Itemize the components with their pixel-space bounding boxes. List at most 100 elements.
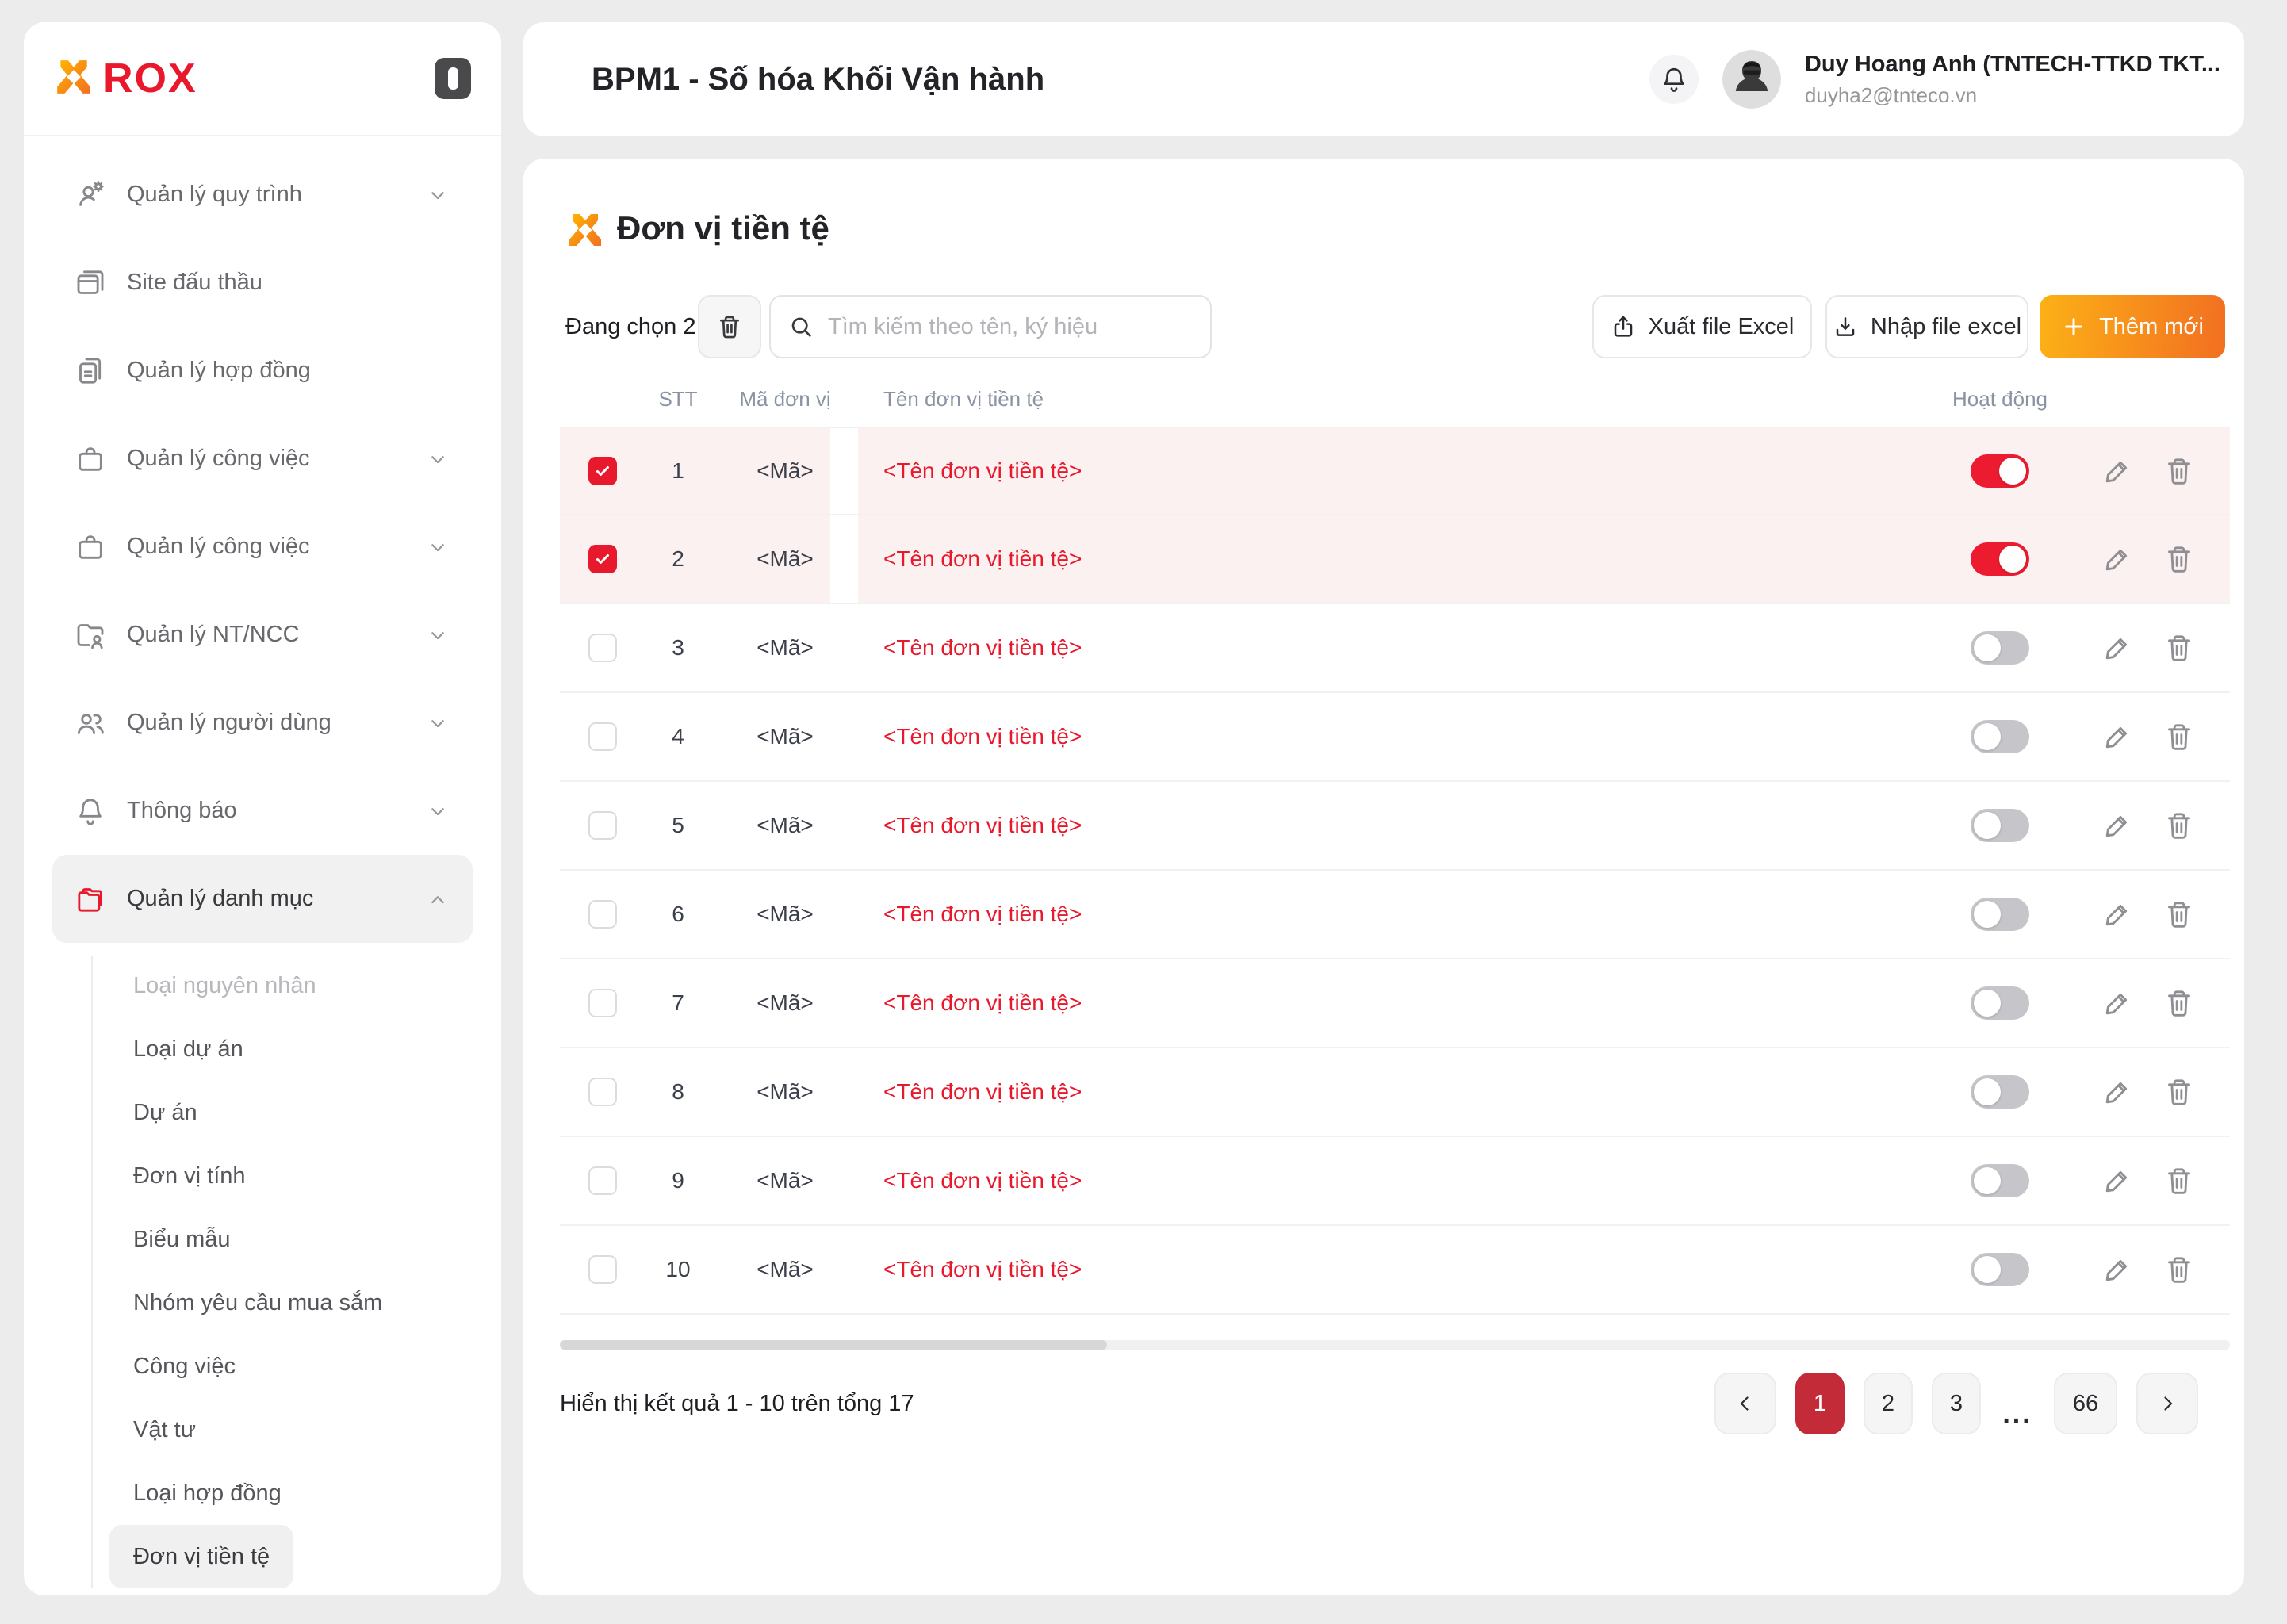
- add-new-button[interactable]: Thêm mới: [2040, 295, 2225, 358]
- sidebar-subitem-3[interactable]: Đơn vị tính: [109, 1144, 270, 1208]
- pagination-prev-button[interactable]: [1714, 1373, 1776, 1434]
- row-checkbox[interactable]: [588, 545, 617, 573]
- row-active-toggle[interactable]: [1971, 898, 2029, 931]
- pagination-page-66[interactable]: 66: [2054, 1373, 2117, 1434]
- edit-icon[interactable]: [2101, 543, 2133, 575]
- sidebar-subitem-8[interactable]: Loại hợp đồng: [109, 1461, 305, 1525]
- row-active-toggle[interactable]: [1971, 809, 2029, 842]
- notification-bell-icon[interactable]: [1649, 55, 1699, 104]
- row-name: <Tên đơn vị tiền tệ>: [883, 1079, 1082, 1104]
- row-active-toggle[interactable]: [1971, 631, 2029, 665]
- pagination-page-1[interactable]: 1: [1795, 1373, 1845, 1434]
- row-active-toggle[interactable]: [1971, 986, 2029, 1020]
- row-code: <Mã>: [757, 635, 814, 660]
- search-input[interactable]: [826, 312, 1193, 341]
- sidebar-subitem-2[interactable]: Dự án: [109, 1081, 221, 1144]
- content-panel: Đơn vị tiền tệ Đang chọn 2 Xuất file Exc…: [523, 159, 2244, 1595]
- delete-icon[interactable]: [2163, 632, 2195, 664]
- row-name: <Tên đơn vị tiền tệ>: [883, 724, 1082, 749]
- row-active-toggle[interactable]: [1971, 542, 2029, 576]
- pagination-next-button[interactable]: [2136, 1373, 2198, 1434]
- page-title-icon: [566, 211, 604, 249]
- edit-icon[interactable]: [2101, 632, 2133, 664]
- edit-icon[interactable]: [2101, 810, 2133, 841]
- edit-icon[interactable]: [2101, 1165, 2133, 1197]
- sidebar-subitem-5[interactable]: Nhóm yêu cầu mua sắm: [109, 1271, 406, 1335]
- row-checkbox[interactable]: [588, 1078, 617, 1106]
- delete-icon[interactable]: [2163, 543, 2195, 575]
- delete-icon[interactable]: [2163, 810, 2195, 841]
- row-stt: 6: [672, 902, 684, 926]
- sidebar-subitem-6[interactable]: Công việc: [109, 1335, 259, 1398]
- row-active-toggle[interactable]: [1971, 720, 2029, 753]
- row-stt: 10: [665, 1257, 691, 1281]
- edit-icon[interactable]: [2101, 898, 2133, 930]
- row-checkbox[interactable]: [588, 900, 617, 929]
- sidebar-subitem-9[interactable]: Đơn vị tiền tệ: [109, 1525, 294, 1588]
- sidebar-subitem-1[interactable]: Loại dự án: [109, 1017, 267, 1081]
- sidebar-submenu: Loại nguyên nhân Loại dự án Dự án Đơn vị tí…: [52, 954, 473, 1611]
- sidebar-item-label: Quản lý người dùng: [127, 710, 331, 735]
- row-code: <Mã>: [757, 458, 814, 483]
- plus-icon: [2065, 318, 2082, 335]
- bulk-delete-button[interactable]: [698, 295, 761, 358]
- row-active-toggle[interactable]: [1971, 1253, 2029, 1286]
- row-active-toggle[interactable]: [1971, 1075, 2029, 1109]
- pagination-page-2[interactable]: 2: [1864, 1373, 1913, 1434]
- sidebar-collapse-icon[interactable]: [435, 58, 471, 99]
- edit-icon[interactable]: [2101, 1076, 2133, 1108]
- export-excel-button[interactable]: Xuất file Excel: [1592, 295, 1812, 358]
- edit-icon[interactable]: [2101, 1254, 2133, 1285]
- delete-icon[interactable]: [2163, 898, 2195, 930]
- sidebar-item-4[interactable]: Quản lý công việc: [52, 503, 473, 591]
- sidebar-item-5[interactable]: Quản lý NT/NCC: [52, 591, 473, 679]
- results-summary: Hiển thị kết quả 1 - 10 trên tổng 17: [560, 1390, 914, 1416]
- sidebar-subitem-4[interactable]: Biểu mẫu: [109, 1208, 255, 1271]
- row-name: <Tên đơn vị tiền tệ>: [883, 902, 1082, 926]
- table-row: 3 <Mã> <Tên đơn vị tiền tệ>: [560, 604, 2230, 693]
- sidebar-item-6[interactable]: Quản lý người dùng: [52, 679, 473, 767]
- sidebar-item-1[interactable]: Site đấu thầu: [52, 239, 473, 327]
- row-active-toggle[interactable]: [1971, 454, 2029, 488]
- sidebar-item-2[interactable]: Quản lý hợp đồng: [52, 327, 473, 415]
- sidebar-subitem-0[interactable]: Loại nguyên nhân: [109, 954, 340, 1017]
- delete-icon[interactable]: [2163, 721, 2195, 753]
- sidebar-item-7[interactable]: Thông báo: [52, 767, 473, 855]
- row-name: <Tên đơn vị tiền tệ>: [883, 635, 1082, 660]
- import-excel-button[interactable]: Nhập file excel: [1825, 295, 2028, 358]
- delete-icon[interactable]: [2163, 1165, 2195, 1197]
- delete-icon[interactable]: [2163, 1254, 2195, 1285]
- bell-icon: [75, 795, 106, 827]
- chevron-down-icon: [425, 446, 450, 472]
- edit-icon[interactable]: [2101, 721, 2133, 753]
- row-checkbox[interactable]: [588, 811, 617, 840]
- pagination-page-3[interactable]: 3: [1932, 1373, 1981, 1434]
- row-checkbox[interactable]: [588, 1255, 617, 1284]
- edit-icon[interactable]: [2101, 987, 2133, 1019]
- row-checkbox[interactable]: [588, 722, 617, 751]
- row-code: <Mã>: [757, 724, 814, 749]
- avatar[interactable]: [1722, 50, 1781, 109]
- sidebar-item-label: Quản lý NT/NCC: [127, 622, 300, 647]
- delete-icon[interactable]: [2163, 455, 2195, 487]
- chevron-up-icon: [425, 887, 450, 912]
- edit-icon[interactable]: [2101, 455, 2133, 487]
- delete-icon[interactable]: [2163, 1076, 2195, 1108]
- row-checkbox[interactable]: [588, 457, 617, 485]
- row-active-toggle[interactable]: [1971, 1164, 2029, 1197]
- horizontal-scrollbar[interactable]: [560, 1340, 2230, 1350]
- row-stt: 9: [672, 1168, 684, 1193]
- chevron-down-icon: [425, 182, 450, 208]
- user-info[interactable]: Duy Hoang Anh (TNTECH-TTKD TKT... duyha2…: [1805, 52, 2220, 108]
- row-stt: 3: [672, 635, 684, 660]
- row-checkbox[interactable]: [588, 989, 617, 1017]
- scrollbar-thumb[interactable]: [560, 1340, 1107, 1350]
- sidebar-subitem-7[interactable]: Vật tư: [109, 1398, 220, 1461]
- sidebar-item-3[interactable]: Quản lý công việc: [52, 415, 473, 503]
- row-checkbox[interactable]: [588, 634, 617, 662]
- sidebar-item-0[interactable]: Quản lý quy trình: [52, 151, 473, 239]
- row-checkbox[interactable]: [588, 1166, 617, 1195]
- sidebar-item-label: Quản lý hợp đồng: [127, 358, 311, 383]
- sidebar-item-8[interactable]: Quản lý danh mục: [52, 855, 473, 943]
- delete-icon[interactable]: [2163, 987, 2195, 1019]
